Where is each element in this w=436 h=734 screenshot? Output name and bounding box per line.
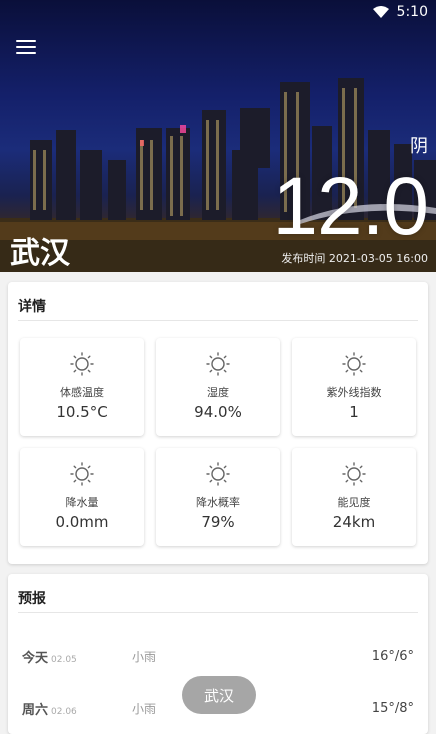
detail-tile-humidity: 湿度 94.0%: [156, 338, 280, 436]
tile-value: 24km: [332, 513, 376, 531]
city-switch-button[interactable]: 武汉: [182, 676, 256, 714]
detail-tile-precip-probability: 降水概率 79%: [156, 448, 280, 546]
tile-value: 94.0%: [194, 403, 242, 421]
hero-banner: 5:10 阴 12.0 武汉 发布时间 2021-03-05 16:00: [0, 0, 436, 272]
city-name: 武汉: [10, 236, 70, 271]
forecast-condition: 小雨: [132, 649, 157, 664]
sun-icon: [342, 352, 366, 376]
status-time: 5:10: [396, 4, 428, 20]
tile-label: 体感温度: [60, 386, 104, 399]
status-bar: 5:10: [372, 4, 428, 20]
tile-label: 降水概率: [196, 496, 240, 509]
forecast-title: 预报: [18, 591, 46, 607]
detail-tile-uv-index: 紫外线指数 1: [292, 338, 416, 436]
forecast-temp: 15°/8°: [371, 700, 414, 716]
forecast-date: 02.06: [51, 706, 77, 717]
divider: [18, 320, 418, 321]
details-card: 详情 体感温度 10.5°C 湿度 94.0% 紫外线指数 1 降水量 0.0m…: [8, 282, 428, 564]
tile-label: 湿度: [207, 386, 229, 399]
tile-value: 0.0mm: [55, 513, 109, 531]
tile-value: 10.5°C: [56, 403, 108, 421]
sun-icon: [342, 462, 366, 486]
tile-label: 降水量: [65, 496, 99, 509]
detail-tile-feels-like: 体感温度 10.5°C: [20, 338, 144, 436]
forecast-day-name: 今天: [22, 650, 49, 666]
divider: [18, 612, 418, 613]
wifi-icon: [372, 6, 389, 18]
forecast-day-name: 周六: [22, 702, 49, 718]
tile-value: 1: [349, 403, 359, 421]
tile-label: 紫外线指数: [326, 386, 382, 399]
sun-icon: [206, 462, 230, 486]
weather-condition: 阴: [410, 136, 428, 157]
tile-value: 79%: [201, 513, 235, 531]
detail-tile-precipitation: 降水量 0.0mm: [20, 448, 144, 546]
forecast-day: 周六 02.06: [22, 699, 132, 718]
forecast-row[interactable]: 今天 02.05 小雨 16°/6°: [22, 646, 414, 666]
detail-tile-visibility: 能见度 24km: [292, 448, 416, 546]
menu-icon[interactable]: [16, 40, 36, 54]
sun-icon: [206, 352, 230, 376]
current-temperature: 12.0: [272, 161, 429, 252]
forecast-temp: 16°/6°: [371, 648, 414, 664]
sun-icon: [70, 352, 94, 376]
publish-time: 发布时间 2021-03-05 16:00: [281, 252, 428, 265]
sun-icon: [70, 462, 94, 486]
forecast-day: 今天 02.05: [22, 647, 132, 666]
details-title: 详情: [18, 299, 46, 315]
tile-label: 能见度: [337, 496, 371, 509]
details-grid: 体感温度 10.5°C 湿度 94.0% 紫外线指数 1 降水量 0.0mm 降…: [20, 338, 416, 546]
forecast-date: 02.05: [51, 654, 77, 665]
